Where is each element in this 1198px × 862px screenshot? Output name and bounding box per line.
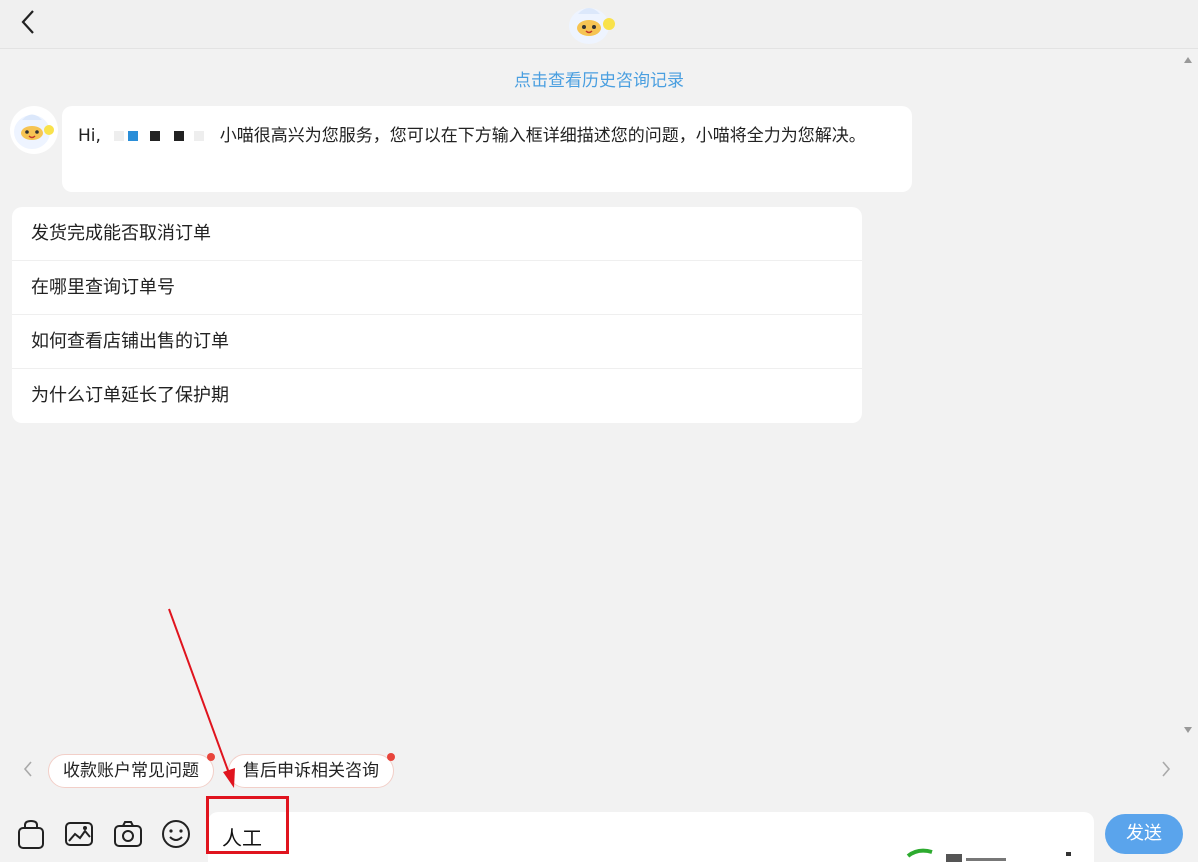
faq-item[interactable]: 发货完成能否取消订单 — [12, 207, 862, 261]
emoji-icon[interactable] — [159, 817, 193, 851]
quick-chip[interactable]: 售后申诉相关咨询 — [228, 753, 395, 788]
partial-widget — [906, 846, 1112, 862]
scroll-up-arrow[interactable] — [1184, 57, 1192, 63]
image-icon[interactable] — [62, 817, 96, 851]
send-button[interactable]: 发送 — [1105, 814, 1183, 854]
quick-chip[interactable]: 收款账户常见问题 — [48, 753, 215, 788]
mascot-logo — [564, 0, 618, 46]
history-link[interactable]: 点击查看历史咨询记录 — [0, 66, 1198, 91]
faq-item[interactable]: 如何查看店铺出售的订单 — [12, 315, 862, 369]
faq-item[interactable]: 为什么订单延长了保护期 — [12, 369, 862, 423]
greeting-prefix: Hi, — [78, 126, 101, 146]
annotation-highlight-box — [206, 796, 289, 854]
camera-icon[interactable] — [111, 817, 145, 851]
greeting-bubble: Hi, 小喵很高兴为您服务，您可以在下方输入框详细描述您的问题，小喵将全力为您解… — [62, 106, 912, 192]
quick-chip-label: 收款账户常见问题 — [63, 761, 199, 781]
notification-dot — [207, 753, 215, 761]
greeting-message: 小喵很高兴为您服务，您可以在下方输入框详细描述您的问题，小喵将全力为您解决。 — [219, 126, 866, 146]
top-bar — [0, 0, 1198, 49]
faq-item[interactable]: 在哪里查询订单号 — [12, 261, 862, 315]
chevron-left-icon — [21, 10, 34, 34]
shopping-bag-icon[interactable] — [14, 817, 48, 851]
quick-topic-bar: 收款账户常见问题 售后申诉相关咨询 — [0, 746, 1198, 800]
notification-dot — [387, 753, 395, 761]
scroll-down-arrow[interactable] — [1184, 727, 1192, 733]
back-button[interactable] — [14, 6, 42, 38]
chevron-left-icon[interactable] — [18, 760, 38, 780]
chevron-right-icon[interactable] — [1156, 760, 1176, 780]
faq-list: 发货完成能否取消订单 在哪里查询订单号 如何查看店铺出售的订单 为什么订单延长了… — [12, 207, 862, 423]
quick-chip-label: 售后申诉相关咨询 — [243, 761, 379, 781]
bot-avatar — [10, 106, 58, 154]
masked-username — [114, 129, 206, 143]
